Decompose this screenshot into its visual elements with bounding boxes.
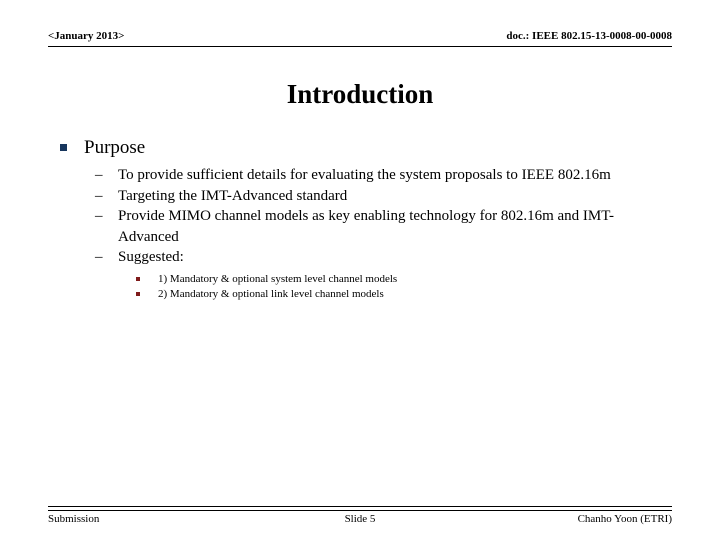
- bullet-level1-purpose: Purpose: [48, 136, 672, 160]
- footer-divider-thick: [48, 506, 672, 507]
- bullet-level3-item: 1) Mandatory & optional system level cha…: [48, 272, 672, 287]
- bullet-level2-item: – Provide MIMO channel models as key ena…: [48, 206, 672, 247]
- bullet-level3-label: 2) Mandatory & optional link level chann…: [158, 287, 384, 300]
- header-date: <January 2013>: [48, 30, 125, 42]
- page-title: Introduction: [286, 79, 434, 109]
- bullet-level3-label: 1) Mandatory & optional system level cha…: [158, 272, 398, 285]
- bullet-level2-label: Suggested:: [118, 249, 184, 265]
- dash-bullet-icon: –: [95, 167, 103, 183]
- slide-header: <January 2013> doc.: IEEE 802.15-13-0008…: [48, 30, 672, 50]
- bullet-level1-label: Purpose: [84, 137, 146, 158]
- footer-divider-thin: [48, 510, 672, 511]
- footer-row: Submission Slide 5 Chanho Yoon (ETRI): [48, 512, 672, 526]
- bullet-level3-item: 2) Mandatory & optional link level chann…: [48, 287, 672, 302]
- dash-bullet-icon: –: [95, 249, 103, 265]
- bullet-level2-list: – To provide sufficient details for eval…: [48, 165, 672, 302]
- bullet-level2-item: – To provide sufficient details for eval…: [48, 165, 672, 186]
- small-square-bullet-icon: [136, 291, 140, 296]
- bullet-level2-label: Targeting the IMT-Advanced standard: [118, 187, 348, 204]
- square-bullet-icon: [60, 144, 67, 151]
- bullet-level2-item: – Suggested:: [48, 247, 672, 268]
- bullet-level2-item: – Targeting the IMT-Advanced standard: [48, 186, 672, 207]
- slide-canvas: <January 2013> doc.: IEEE 802.15-13-0008…: [0, 0, 720, 540]
- slide-body: Purpose – To provide sufficient details …: [48, 136, 672, 302]
- dash-bullet-icon: –: [95, 187, 103, 204]
- dash-bullet-icon: –: [95, 208, 103, 224]
- header-divider: [48, 46, 672, 47]
- footer-author: Chanho Yoon (ETRI): [577, 513, 672, 525]
- bullet-level3-list: 1) Mandatory & optional system level cha…: [48, 272, 672, 302]
- small-square-bullet-icon: [136, 276, 140, 281]
- footer-slide-number: Slide 5: [344, 513, 376, 525]
- slide-footer: Submission Slide 5 Chanho Yoon (ETRI): [48, 506, 672, 530]
- header-row: <January 2013> doc.: IEEE 802.15-13-0008…: [48, 30, 672, 43]
- header-document-number: doc.: IEEE 802.15-13-0008-00-0008: [506, 30, 672, 42]
- footer-submission-label: Submission: [48, 513, 100, 525]
- bullet-level2-label: Provide MIMO channel models as key enabl…: [118, 208, 615, 245]
- bullet-level2-label: To provide sufficient details for evalua…: [118, 167, 611, 183]
